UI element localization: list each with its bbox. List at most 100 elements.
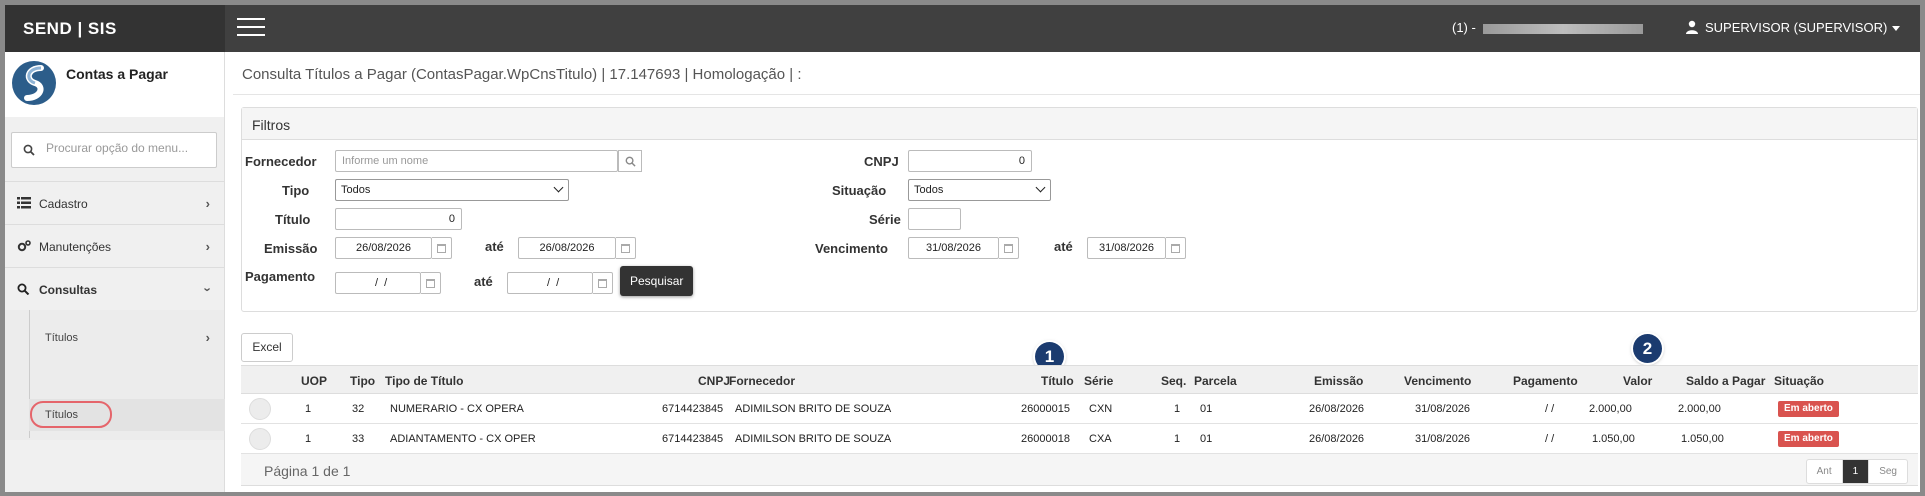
chevron-right-icon: › [205, 330, 210, 345]
table-row[interactable]: 1 32 NUMERARIO - CX OPERA 6714423845 ADI… [241, 394, 1918, 424]
connection-info: (1) - [1452, 20, 1644, 35]
calendar-icon[interactable] [421, 272, 441, 294]
col-vencimento[interactable]: Vencimento [1404, 374, 1471, 388]
cell-saldo: 2.000,00 [1678, 403, 1721, 415]
user-name: SUPERVISOR (SUPERVISOR) [1705, 20, 1888, 35]
cnpj-input[interactable] [908, 150, 1032, 172]
table-row[interactable]: 1 33 ADIANTAMENTO - CX OPER 6714423845 A… [241, 424, 1918, 454]
serie-label: Série [869, 212, 901, 227]
view-detail-icon[interactable] [249, 398, 271, 420]
situacao-select[interactable]: Todos [908, 179, 1051, 201]
tipo-label: Tipo [282, 183, 310, 198]
connection-prefix: (1) - [1452, 20, 1476, 35]
search-icon [625, 156, 636, 167]
pagamento-label: Pagamento [245, 269, 316, 284]
pager-prev-button[interactable]: Ant [1807, 460, 1843, 483]
pager-page-button[interactable]: 1 [1842, 460, 1870, 483]
search-button[interactable]: Pesquisar [620, 266, 694, 296]
calendar-icon[interactable] [999, 237, 1019, 259]
vencimento-to-input[interactable] [1087, 237, 1166, 259]
main-content: Consulta Títulos a Pagar (ContasPagar.Wp… [233, 52, 1920, 492]
col-fornecedor[interactable]: Fornecedor [729, 374, 795, 388]
col-tipo-titulo[interactable]: Tipo de Título [385, 374, 463, 388]
pagamento-from-input[interactable] [335, 272, 421, 294]
col-serie[interactable]: Série [1084, 374, 1113, 388]
tipo-select[interactable]: Todos [335, 179, 569, 201]
sidebar-item-consultas[interactable]: Consultas › [5, 267, 224, 310]
cell-seq: 1 [1174, 403, 1181, 415]
sidebar-item-label: Manutenções [39, 240, 112, 254]
cell-emissao: 26/08/2026 [1309, 433, 1365, 445]
calendar-icon[interactable] [593, 272, 613, 294]
col-parcela[interactable]: Parcela [1194, 374, 1237, 388]
cell-serie: CXN [1089, 403, 1113, 415]
app-window: SEND | SIS (1) - SUPERVISOR (SUPERVISOR)… [5, 5, 1920, 492]
sidebar-item-manutencoes[interactable]: Manutenções › [5, 224, 224, 267]
sidebar-item-cadastro[interactable]: Cadastro › [5, 181, 224, 224]
emissao-from-input[interactable] [335, 237, 432, 259]
pagamento-to-input[interactable] [507, 272, 593, 294]
user-menu[interactable]: SUPERVISOR (SUPERVISOR) [1685, 20, 1901, 35]
col-titulo[interactable]: Título [1041, 374, 1074, 388]
status-badge: Em aberto [1778, 431, 1839, 447]
tipo-select-value: Todos [341, 184, 371, 196]
fornecedor-search-button[interactable] [618, 150, 642, 172]
calendar-icon[interactable] [1166, 237, 1186, 259]
hamburger-menu-icon[interactable] [237, 18, 265, 38]
submenu-item-titulos-group[interactable]: Títulos [45, 332, 78, 344]
chevron-right-icon: › [205, 239, 210, 254]
emissao-ate-label: até [485, 239, 504, 254]
excel-export-button[interactable]: Excel [241, 333, 293, 362]
menu-search-input[interactable] [46, 141, 211, 155]
cell-parcela: 01 [1200, 433, 1213, 445]
brand-logo-text: SEND | SIS [5, 5, 225, 52]
col-tipo[interactable]: Tipo [350, 374, 375, 388]
page-info: Página 1 de 1 [264, 463, 351, 479]
col-emissao[interactable]: Emissão [1314, 374, 1363, 388]
divider [233, 94, 1920, 95]
view-detail-icon[interactable] [249, 428, 271, 450]
cell-emissao: 26/08/2026 [1309, 403, 1365, 415]
cell-vencimento: 31/08/2026 [1415, 433, 1471, 445]
calendar-icon[interactable] [432, 237, 452, 259]
calendar-icon[interactable] [616, 237, 636, 259]
vencimento-from-input[interactable] [908, 237, 999, 259]
chevron-down-icon [1035, 182, 1046, 193]
cell-cnpj: 6714423845 [662, 433, 724, 445]
cell-serie: CXA [1089, 433, 1112, 445]
sidebar-item-label: Consultas [39, 283, 98, 297]
emissao-label: Emissão [264, 241, 318, 256]
emissao-to-input[interactable] [518, 237, 616, 259]
col-cnpj[interactable]: CNPJ [698, 374, 730, 388]
highlight-ring [30, 401, 112, 428]
titulo-label: Título [275, 212, 311, 227]
cell-seq: 1 [1174, 433, 1181, 445]
cell-tipo-titulo: ADIANTAMENTO - CX OPER [390, 433, 536, 445]
fornecedor-input[interactable] [335, 150, 618, 172]
col-pagamento[interactable]: Pagamento [1513, 374, 1578, 388]
col-situacao[interactable]: Situação [1774, 374, 1824, 388]
filters-panel: Filtros Fornecedor Tipo Todos Título Emi… [241, 107, 1918, 312]
pager-next-button[interactable]: Seg [1869, 460, 1907, 483]
serie-input[interactable] [908, 208, 961, 230]
page-title: Consulta Títulos a Pagar (ContasPagar.Wp… [242, 66, 802, 83]
situacao-label: Situação [832, 183, 887, 198]
col-uop[interactable]: UOP [301, 374, 327, 388]
callout-badge-2: 2 [1633, 334, 1662, 363]
col-valor[interactable]: Valor [1623, 374, 1652, 388]
titulo-input[interactable] [335, 208, 462, 230]
cell-cnpj: 6714423845 [662, 403, 724, 415]
table-footer: Página 1 de 1 Ant 1 Seg [241, 454, 1918, 486]
vencimento-ate-label: até [1054, 239, 1073, 254]
menu-search-box[interactable] [11, 132, 217, 168]
module-header: Contas a Pagar [5, 52, 224, 117]
cell-uop: 1 [305, 403, 312, 415]
cell-titulo: 26000018 [1021, 433, 1070, 445]
col-saldo[interactable]: Saldo a Pagar [1686, 374, 1765, 388]
gears-icon [17, 240, 31, 252]
redacted-connection-name [1483, 23, 1644, 34]
vencimento-label: Vencimento [815, 241, 888, 256]
cell-vencimento: 31/08/2026 [1415, 403, 1471, 415]
chevron-down-icon: › [200, 287, 216, 292]
col-seq[interactable]: Seq. [1161, 374, 1186, 388]
